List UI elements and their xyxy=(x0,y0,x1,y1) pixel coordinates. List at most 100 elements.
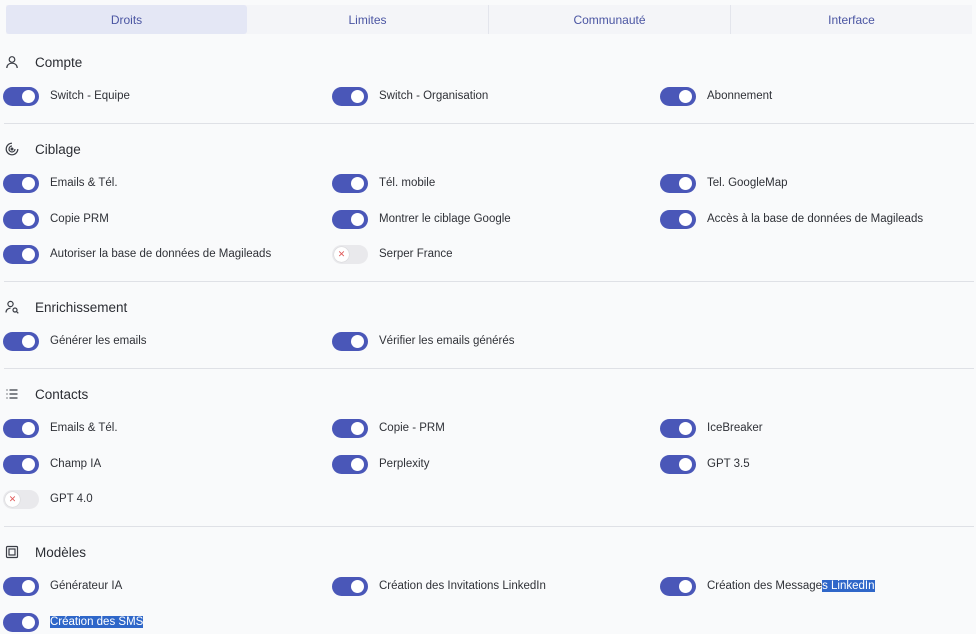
section-header-ciblage: Ciblage xyxy=(0,139,81,159)
toggle-switch[interactable]: ✕ xyxy=(332,244,368,264)
toggle-knob xyxy=(22,579,35,593)
toggle-switch[interactable] xyxy=(660,418,696,438)
section-title-enrichissement: Enrichissement xyxy=(35,299,128,315)
toggle-switch[interactable] xyxy=(660,173,696,193)
permission-gpt-4-0: ✕ GPT 4.0 xyxy=(3,489,93,509)
toggle-switch[interactable] xyxy=(660,576,696,596)
toggle-knob xyxy=(351,89,364,103)
toggle-knob xyxy=(22,247,35,261)
toggle-switch[interactable] xyxy=(3,244,39,264)
toggle-switch[interactable] xyxy=(332,331,368,351)
toggle-knob xyxy=(679,457,692,471)
permission-label: Création des Invitations LinkedIn xyxy=(379,580,546,592)
toggle-knob xyxy=(351,457,364,471)
permission-label: Création des Messages LinkedIn xyxy=(707,580,875,592)
permission-label: Accès à la base de données de Magileads xyxy=(707,213,924,225)
permission-montrer-ciblage-google: Montrer le ciblage Google xyxy=(332,209,511,229)
permission-champ-ia: Champ IA xyxy=(3,454,101,474)
section-divider xyxy=(4,368,974,369)
toggle-knob xyxy=(351,176,364,190)
permission-creation-sms: Création des SMS xyxy=(3,612,144,632)
list-icon xyxy=(5,387,19,401)
toggle-switch[interactable] xyxy=(3,331,39,351)
toggle-knob xyxy=(22,615,35,629)
section-header-contacts: Contacts xyxy=(0,384,88,404)
section-header-compte: Compte xyxy=(0,52,82,72)
toggle-knob xyxy=(679,421,692,435)
toggle-switch[interactable] xyxy=(3,576,39,596)
permission-copie-prm-contacts: Copie - PRM xyxy=(332,418,445,438)
permission-generateur-ia: Générateur IA xyxy=(3,576,122,596)
permission-contacts-emails-tel: Emails & Tél. xyxy=(3,418,118,438)
toggle-switch[interactable] xyxy=(3,454,39,474)
template-icon xyxy=(5,545,19,559)
toggle-switch[interactable] xyxy=(332,209,368,229)
permission-gpt-3-5: GPT 3.5 xyxy=(660,454,750,474)
tab-communaute[interactable]: Communauté xyxy=(489,5,731,34)
permission-tel-mobile: Tél. mobile xyxy=(332,173,435,193)
section-header-enrichissement: Enrichissement xyxy=(0,297,127,317)
permission-abonnement: Abonnement xyxy=(660,86,772,106)
toggle-knob xyxy=(351,334,364,348)
tab-interface[interactable]: Interface xyxy=(731,5,972,34)
toggle-switch[interactable] xyxy=(332,86,368,106)
x-icon: ✕ xyxy=(334,246,349,262)
permission-label: Perplexity xyxy=(379,458,430,470)
permission-label: Champ IA xyxy=(50,458,102,470)
permission-label: Montrer le ciblage Google xyxy=(379,213,511,225)
permission-switch-organisation: Switch - Organisation xyxy=(332,86,488,106)
section-divider xyxy=(4,281,974,282)
toggle-knob xyxy=(22,89,35,103)
section-title-compte: Compte xyxy=(35,54,83,70)
tab-limites[interactable]: Limites xyxy=(247,5,489,34)
toggle-switch[interactable] xyxy=(660,86,696,106)
section-divider xyxy=(4,526,974,527)
tab-droits[interactable]: Droits xyxy=(6,5,247,34)
permission-serper-france: ✕ Serper France xyxy=(332,244,453,264)
toggle-knob xyxy=(679,89,692,103)
toggle-knob xyxy=(351,579,364,593)
toggle-knob xyxy=(351,421,364,435)
toggle-switch[interactable] xyxy=(3,86,39,106)
toggle-switch[interactable]: ✕ xyxy=(3,489,39,509)
toggle-switch[interactable] xyxy=(332,576,368,596)
toggle-knob xyxy=(679,579,692,593)
toggle-switch[interactable] xyxy=(332,418,368,438)
permission-verifier-emails: Vérifier les emails générés xyxy=(332,331,515,351)
label-text: Création des Message xyxy=(707,580,823,592)
permission-messages-linkedin: Création des Messages LinkedIn xyxy=(660,576,875,596)
permission-label: Tél. mobile xyxy=(379,177,436,189)
permission-label: Création des SMS xyxy=(50,616,144,628)
section-divider xyxy=(4,123,974,124)
toggle-switch[interactable] xyxy=(3,612,39,632)
permission-invitations-linkedin: Création des Invitations LinkedIn xyxy=(332,576,546,596)
permission-label: Autoriser la base de données de Magilead… xyxy=(50,248,272,260)
permission-label: Générateur IA xyxy=(50,580,123,592)
toggle-switch[interactable] xyxy=(660,454,696,474)
text-selection: s LinkedIn xyxy=(822,580,875,592)
permission-copie-prm: Copie PRM xyxy=(3,209,109,229)
toggle-knob xyxy=(22,176,35,190)
toggle-switch[interactable] xyxy=(332,173,368,193)
permission-label: IceBreaker xyxy=(707,422,763,434)
toggle-switch[interactable] xyxy=(332,454,368,474)
toggle-switch[interactable] xyxy=(3,173,39,193)
section-title-modeles: Modèles xyxy=(35,544,87,560)
permission-label: Emails & Tél. xyxy=(50,177,118,189)
section-header-modeles: Modèles xyxy=(0,542,86,562)
toggle-switch[interactable] xyxy=(3,418,39,438)
permission-label: Emails & Tél. xyxy=(50,422,118,434)
settings-tabs: Droits Limites Communauté Interface xyxy=(6,5,972,34)
permission-label: GPT 3.5 xyxy=(707,458,750,470)
toggle-switch[interactable] xyxy=(660,209,696,229)
target-icon xyxy=(5,142,19,156)
user-search-icon xyxy=(5,300,19,314)
permission-label: Vérifier les emails générés xyxy=(379,335,515,347)
permission-label: Switch - Equipe xyxy=(50,90,130,102)
toggle-knob xyxy=(22,212,35,226)
permission-label: Copie PRM xyxy=(50,213,109,225)
section-title-contacts: Contacts xyxy=(35,386,89,402)
toggle-switch[interactable] xyxy=(3,209,39,229)
permission-perplexity: Perplexity xyxy=(332,454,430,474)
toggle-knob xyxy=(22,334,35,348)
